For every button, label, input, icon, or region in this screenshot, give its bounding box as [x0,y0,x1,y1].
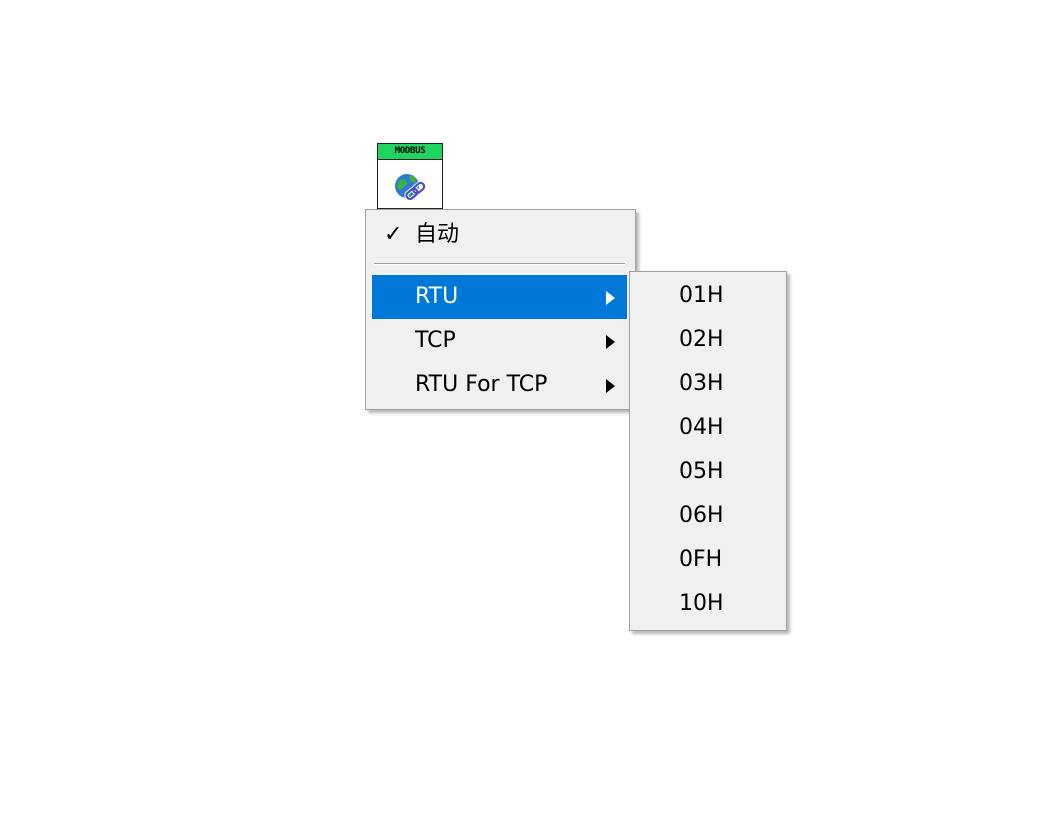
submenu-item-label: 06H [679,503,724,528]
menu-item-rtu[interactable]: RTU [372,275,627,319]
context-menu: ✓ 自动 RTU TCP RTU For TCP [365,209,636,410]
submenu-item-04h[interactable]: 04H [634,406,782,450]
menu-item-auto[interactable]: ✓ 自动 [372,213,627,257]
submenu-item-01h[interactable]: 01H [634,274,782,318]
submenu-item-0fh[interactable]: 0FH [634,538,782,582]
submenu-item-10h[interactable]: 10H [634,582,782,626]
checkmark-icon: ✓ [384,222,403,247]
submenu-item-label: 03H [679,371,724,396]
submenu-item-label: 0FH [679,547,723,572]
submenu-item-label: 01H [679,283,724,308]
menu-item-label: TCP [415,328,456,353]
modbus-node-label: MODBUS [378,144,442,160]
submenu-arrow-icon [606,379,615,393]
menu-item-label: 自动 [415,222,460,247]
submenu-arrow-icon [606,335,615,349]
submenu-item-label: 05H [679,459,724,484]
menu-item-tcp[interactable]: TCP [372,319,627,363]
menu-item-label: RTU [415,284,459,309]
menu-separator [374,263,625,265]
submenu-item-label: 02H [679,327,724,352]
menu-item-label: RTU For TCP [415,372,548,397]
menu-item-rtu-for-tcp[interactable]: RTU For TCP [372,363,627,407]
submenu-item-02h[interactable]: 02H [634,318,782,362]
submenu-item-05h[interactable]: 05H [634,450,782,494]
modbus-node[interactable]: MODBUS [377,143,443,209]
submenu-arrow-icon [606,291,615,305]
submenu-item-06h[interactable]: 06H [634,494,782,538]
submenu-item-label: 04H [679,415,724,440]
rtu-submenu: 01H 02H 03H 04H 05H 06H 0FH 10H [629,271,787,631]
globe-link-icon [395,174,427,201]
submenu-item-03h[interactable]: 03H [634,362,782,406]
submenu-item-label: 10H [679,591,724,616]
